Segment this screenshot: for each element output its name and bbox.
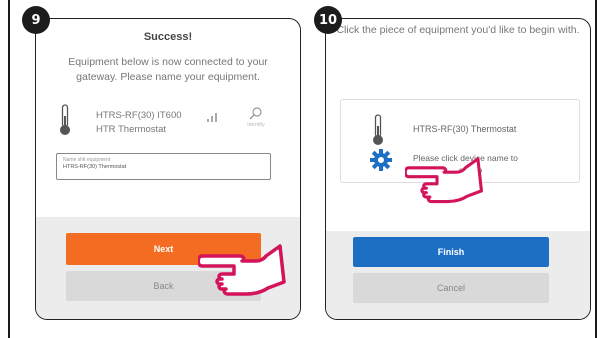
- device-name-line2: HTR Thermostat: [96, 124, 167, 135]
- pointing-hand-icon: [198, 244, 286, 296]
- gear-icon: [370, 149, 392, 171]
- thermometer-icon: [373, 114, 383, 145]
- device-name-line1: HTRS-RF(30) IT600: [96, 110, 182, 121]
- left-border: [8, 0, 10, 338]
- step-10-badge: 10: [314, 6, 342, 34]
- connected-message: Equipment below is now connected to your…: [68, 56, 268, 83]
- identify-label: identify: [247, 122, 265, 128]
- signal-strength-icon: [207, 113, 217, 122]
- pointing-hand-icon: [405, 157, 483, 204]
- success-title: Success!: [143, 31, 193, 43]
- equipment-name-field[interactable]: Name shit equipment HTRS-RF(30) Thermost…: [56, 153, 271, 180]
- equipment-name-label: Name shit equipment: [63, 157, 111, 163]
- instruction-message: Click the piece of equipment you'd like …: [336, 24, 580, 36]
- step-9-badge: 9: [22, 6, 50, 34]
- identify-button[interactable]: identify: [241, 104, 271, 134]
- finish-button[interactable]: Finish: [353, 237, 549, 267]
- thermometer-icon: [60, 104, 70, 135]
- device-name[interactable]: HTRS-RF(30) Thermostat: [413, 122, 516, 136]
- equipment-name-value: HTRS-RF(30) Thermostat: [63, 164, 127, 170]
- magnifier-icon: [249, 107, 262, 120]
- cancel-button[interactable]: Cancel: [353, 273, 549, 303]
- right-border: [595, 0, 597, 338]
- bottom-panel: Finish Cancel: [326, 231, 590, 319]
